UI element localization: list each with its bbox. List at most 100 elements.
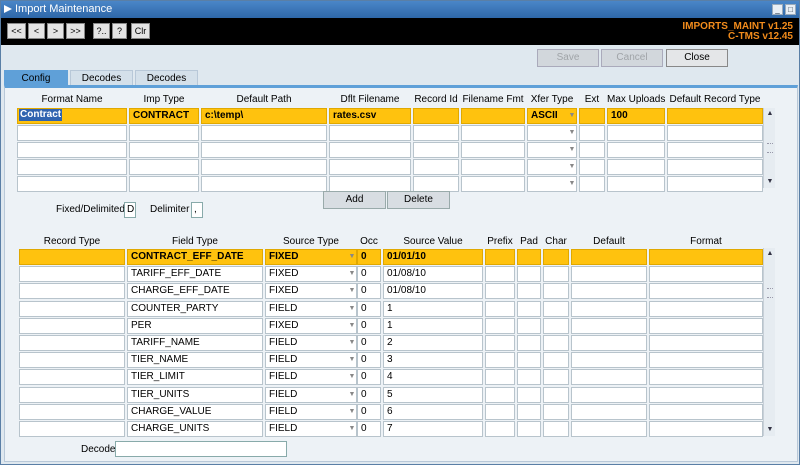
scroll-down-icon[interactable]: ▼ [766,178,774,186]
field-cell[interactable]: 5 [383,386,483,403]
field-cell[interactable] [649,266,763,283]
tab-config[interactable]: Config [4,70,68,86]
field-cell[interactable] [19,421,125,437]
field-cell[interactable] [543,335,569,351]
field-cell[interactable]: 0 [357,352,381,369]
query-button[interactable]: ?.. [93,23,110,39]
field-cell[interactable] [517,317,541,334]
field-cell[interactable]: FIELD [265,421,357,437]
format-cell[interactable] [413,125,459,141]
field-cell[interactable] [649,283,763,300]
field-cell[interactable]: FIXED [265,283,357,300]
delete-button[interactable]: Delete [387,191,450,209]
format-cell[interactable] [129,159,199,175]
field-cell[interactable] [543,283,569,300]
last-record-button[interactable]: >> [66,23,85,39]
field-cell[interactable] [649,352,763,369]
first-record-button[interactable]: << [7,23,26,39]
field-cell[interactable] [485,403,515,420]
source-type-dropdown-icon[interactable]: ▼ [348,318,356,334]
format-cell[interactable] [413,142,459,158]
field-cell[interactable]: 1 [383,317,483,334]
field-cell[interactable] [649,300,763,317]
field-cell[interactable] [649,335,763,351]
format-cell[interactable] [129,142,199,158]
tab-decodes-audit[interactable]: Decodes Audit [135,70,198,99]
format-cell[interactable] [329,159,411,175]
field-cell[interactable]: 0 [357,249,381,265]
field-cell[interactable] [571,335,647,351]
field-cell[interactable] [517,352,541,369]
field-cell[interactable]: 01/08/10 [383,266,483,283]
field-cell[interactable] [543,317,569,334]
format-cell[interactable] [579,142,605,158]
field-cell[interactable]: 0 [357,386,381,403]
field-cell[interactable]: TIER_NAME [127,352,263,369]
field-table-scrollbar[interactable]: ▲ ▼ [763,248,775,436]
xfer-type-dropdown-icon[interactable]: ▼ [568,108,576,124]
field-cell[interactable]: FIELD [265,335,357,351]
field-cell[interactable] [517,369,541,386]
field-cell[interactable]: 01/01/10 [383,249,483,265]
field-cell[interactable] [543,300,569,317]
field-cell[interactable]: 0 [357,335,381,351]
format-cell[interactable] [667,108,763,124]
field-cell[interactable]: CHARGE_VALUE [127,403,263,420]
scroll-down-icon[interactable]: ▼ [766,426,774,434]
field-cell[interactable]: TIER_UNITS [127,386,263,403]
field-cell[interactable] [649,386,763,403]
field-cell[interactable]: 2 [383,335,483,351]
field-cell[interactable] [571,369,647,386]
field-cell[interactable] [485,266,515,283]
format-cell[interactable] [579,176,605,192]
field-cell[interactable] [571,421,647,437]
format-cell[interactable] [607,159,665,175]
format-cell[interactable] [461,142,525,158]
cancel-button[interactable]: Cancel [601,49,663,67]
field-cell[interactable] [571,300,647,317]
format-cell[interactable] [201,176,327,192]
field-cell[interactable] [517,283,541,300]
field-cell[interactable]: COUNTER_PARTY [127,300,263,317]
format-cell[interactable] [129,125,199,141]
format-table-scrollbar[interactable]: ▲ ▼ [763,108,775,188]
source-type-dropdown-icon[interactable]: ▼ [348,404,356,420]
field-cell[interactable]: FIXED [265,317,357,334]
field-cell[interactable]: TARIFF_EFF_DATE [127,266,263,283]
source-type-dropdown-icon[interactable]: ▼ [348,335,356,351]
field-cell[interactable] [571,317,647,334]
format-cell[interactable]: rates.csv [329,108,411,124]
field-cell[interactable] [571,266,647,283]
save-button[interactable]: Save [537,49,599,67]
format-cell[interactable] [461,125,525,141]
field-cell[interactable] [517,300,541,317]
format-cell[interactable] [413,108,459,124]
fixed-delimited-field[interactable]: D [124,202,136,218]
field-cell[interactable]: 0 [357,283,381,300]
format-cell[interactable] [607,142,665,158]
field-cell[interactable]: FIXED [265,266,357,283]
format-cell[interactable] [461,108,525,124]
format-cell[interactable] [329,176,411,192]
format-cell[interactable] [667,159,763,175]
format-cell[interactable] [579,125,605,141]
source-type-dropdown-icon[interactable]: ▼ [348,387,356,403]
next-record-button[interactable]: > [47,23,64,39]
field-cell[interactable]: 1 [383,300,483,317]
field-cell[interactable] [19,403,125,420]
field-cell[interactable] [19,386,125,403]
field-cell[interactable] [485,317,515,334]
clear-button[interactable]: Clr [131,23,150,39]
format-cell[interactable] [461,176,525,192]
field-cell[interactable]: FIXED [265,249,357,265]
field-cell[interactable] [19,335,125,351]
format-cell[interactable] [17,142,127,158]
field-cell[interactable] [19,283,125,300]
source-type-dropdown-icon[interactable]: ▼ [348,352,356,368]
source-type-dropdown-icon[interactable]: ▼ [348,421,356,437]
field-cell[interactable] [543,369,569,386]
format-cell[interactable] [17,125,127,141]
format-cell[interactable] [607,176,665,192]
field-cell[interactable] [649,249,763,265]
format-cell[interactable] [201,159,327,175]
